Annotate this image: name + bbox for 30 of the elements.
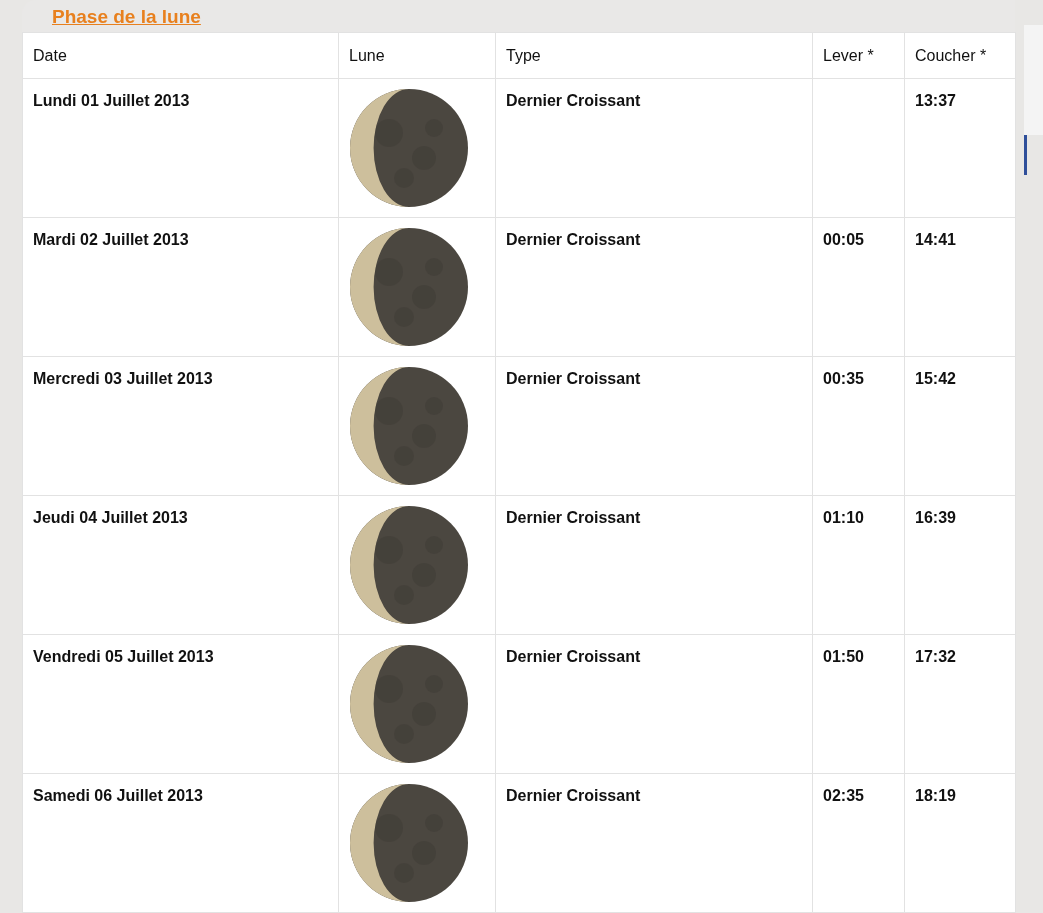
phase-type-text: Dernier Croissant	[506, 787, 641, 804]
column-header: Coucher *	[904, 32, 1016, 79]
date-text: Samedi 06 Juillet 2013	[33, 787, 203, 804]
moonrise-time: 01:50	[823, 648, 864, 665]
column-header: Date	[22, 32, 339, 79]
phase-type-text: Dernier Croissant	[506, 92, 641, 109]
phase-type-text: Dernier Croissant	[506, 648, 641, 665]
column-header: Lever *	[812, 32, 905, 79]
moonset-time: 17:32	[915, 648, 956, 665]
section-title-link[interactable]: Phase de la lune	[52, 6, 201, 27]
phase-type-text: Dernier Croissant	[506, 370, 641, 387]
moonset-time: 13:37	[915, 92, 956, 109]
column-header: Type	[495, 32, 813, 79]
phase-type-text: Dernier Croissant	[506, 231, 641, 248]
moonrise-time: 01:10	[823, 509, 864, 526]
date-text: Mardi 02 Juillet 2013	[33, 231, 189, 248]
date-text: Mercredi 03 Juillet 2013	[33, 370, 213, 387]
moonset-time: 15:42	[915, 370, 956, 387]
moonrise-time: 00:35	[823, 370, 864, 387]
date-text: Jeudi 04 Juillet 2013	[33, 509, 188, 526]
side-panel-accent	[1024, 135, 1027, 175]
moonset-time: 14:41	[915, 231, 956, 248]
moonrise-time: 02:35	[823, 787, 864, 804]
moonrise-time: 00:05	[823, 231, 864, 248]
moonset-time: 16:39	[915, 509, 956, 526]
date-text: Vendredi 05 Juillet 2013	[33, 648, 214, 665]
date-text: Lundi 01 Juillet 2013	[33, 92, 190, 109]
column-header: Lune	[338, 32, 496, 79]
phase-type-text: Dernier Croissant	[506, 509, 641, 526]
moonset-time: 18:19	[915, 787, 956, 804]
